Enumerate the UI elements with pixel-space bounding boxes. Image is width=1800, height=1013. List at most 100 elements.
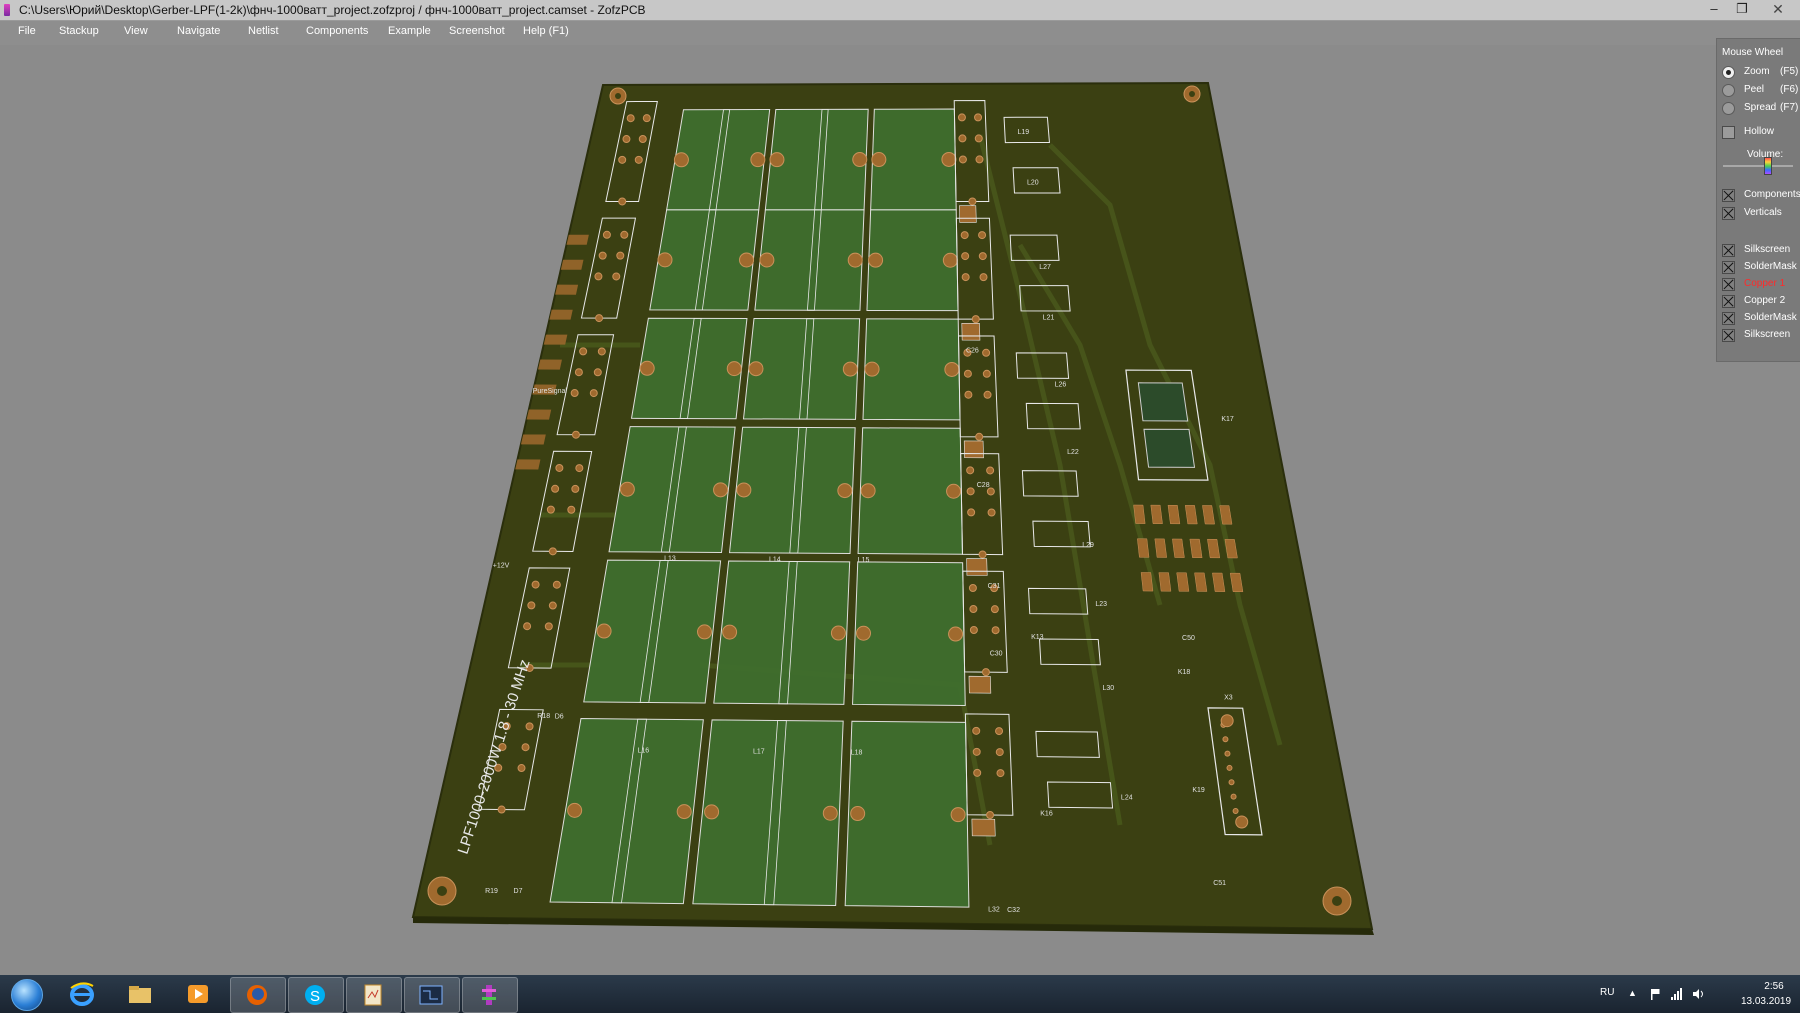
components-checkbox[interactable]: Components [1722,189,1800,203]
taskbar-zofzpcb[interactable] [462,977,518,1013]
menu-screenshot[interactable]: Screenshot [449,25,505,37]
relay-pin [575,464,584,473]
relay-pin [567,505,576,514]
action-center-flag-icon[interactable] [1649,988,1661,1000]
windows-start-orb-icon [11,979,43,1011]
radio-zoom-indicator[interactable] [1722,66,1735,79]
volume-slider-track[interactable] [1723,165,1793,167]
taskbar-document-viewer[interactable] [346,977,402,1013]
silkscreen-label: X3 [1224,695,1233,702]
menu-file[interactable]: File [18,25,36,37]
clock-time[interactable]: 2:56 [1744,981,1800,992]
relay-pin [597,347,606,356]
relay-pin [971,315,980,324]
start-button[interactable] [4,977,48,1011]
radio-peel[interactable]: Peel (F6) [1722,84,1798,98]
inductor-pad [726,361,742,377]
connector-mount [1235,815,1249,829]
menu-navigate[interactable]: Navigate [177,25,220,37]
layer-copper-2[interactable]: Copper 2 [1722,295,1785,309]
layer-silkscreen-top[interactable]: Silkscreen [1722,244,1790,258]
relay-pin [986,466,995,475]
capacitor [963,440,984,459]
pcb-board-render[interactable]: LPF1000-2000W 1.8 - 30 MHz L32 C32L24L30L… [0,45,1800,975]
taskbar-pcb-editor[interactable] [404,977,460,1013]
smd-component [566,234,589,245]
relay-pin [978,231,987,240]
hollow-checkbox[interactable]: Hollow [1722,126,1774,140]
inductor-pad [748,361,764,377]
layer-copper-1-box[interactable] [1722,278,1735,291]
volume-speaker-icon[interactable] [1692,988,1704,1000]
inductor-pad [673,152,689,168]
inductor-pad [739,252,755,268]
relay-pin [963,369,972,378]
radio-spread[interactable]: Spread (F7) [1722,102,1798,116]
layer-copper-1[interactable]: Copper 1 [1722,278,1785,292]
smd-component [538,359,562,370]
layer-silkscreen-top-box[interactable] [1722,244,1735,257]
radio-zoom[interactable]: Zoom (F5) [1722,66,1798,80]
inductor-pad [596,623,612,639]
taskbar-skype[interactable]: S [288,977,344,1013]
inductor-pad [871,152,887,168]
relay-pin [966,487,975,496]
pcb-editor-icon [419,985,443,1005]
view-control-panel: Mouse Wheel Zoom (F5) Peel (F6) Spread (… [1716,38,1800,362]
clock-date[interactable]: 13.03.2019 [1726,996,1800,1007]
relay-pin [525,722,534,731]
layer-silkscreen-bottom[interactable]: Silkscreen [1722,329,1790,343]
layer-soldermask-bottom-box[interactable] [1722,312,1735,325]
relay-pin [974,113,983,122]
menu-help[interactable]: Help (F1) [523,25,569,37]
radio-peel-indicator[interactable] [1722,84,1735,97]
silkscreen-label: L17 [753,749,765,756]
3d-viewport[interactable]: LPF1000-2000W 1.8 - 30 MHz L32 C32 L24 L30 L… [0,45,1800,975]
close-button[interactable]: ✕ [1760,0,1796,20]
taskbar-media-player[interactable] [172,977,226,1011]
relay-pin [975,155,984,164]
inductor-pad [657,252,673,268]
taskbar-explorer[interactable] [114,977,168,1011]
verticals-checkbox-box[interactable] [1722,207,1735,220]
silkscreen-label: L24 [1121,795,1133,802]
layer-copper-2-box[interactable] [1722,295,1735,308]
layer-soldermask-top-box[interactable] [1722,261,1735,274]
components-label: Components [1744,189,1800,200]
smd-component [555,284,579,295]
maximize-button[interactable]: ❐ [1728,0,1756,20]
layer-soldermask-top[interactable]: SolderMask [1722,261,1797,275]
media-player-icon [188,985,208,1003]
silkscreen-label: R18 [537,713,550,720]
tray-expand-icon[interactable]: ▲ [1628,988,1640,1000]
network-signal-icon[interactable] [1670,988,1682,1000]
relay-pin [975,432,984,441]
menu-example[interactable]: Example [388,25,431,37]
relay-pin [964,390,973,399]
menu-components[interactable]: Components [306,25,368,37]
relay-pin [972,747,981,756]
layer-silkscreen-bottom-box[interactable] [1722,329,1735,342]
menu-stackup[interactable]: Stackup [59,25,99,37]
menu-view[interactable]: View [124,25,148,37]
layer-soldermask-bottom[interactable]: SolderMask [1722,312,1797,326]
inductor-pad [864,361,880,377]
silkscreen-label: C31 [988,583,1001,590]
verticals-checkbox[interactable]: Verticals [1722,207,1782,221]
relay-pin [531,580,540,589]
smd-resistor [1133,504,1146,524]
hollow-checkbox-box[interactable] [1722,126,1735,139]
radio-spread-indicator[interactable] [1722,102,1735,115]
menu-netlist[interactable]: Netlist [248,25,279,37]
silkscreen-label: C32 [1007,907,1020,914]
volume-slider-thumb[interactable] [1764,157,1772,175]
internet-explorer-icon [70,982,94,1006]
language-indicator[interactable]: RU [1600,987,1614,998]
relay-pin [620,230,629,239]
taskbar-firefox[interactable] [230,977,286,1013]
minimize-button[interactable]: ‒ [1700,0,1728,20]
taskbar-ie[interactable] [56,977,110,1011]
components-checkbox-box[interactable] [1722,189,1735,202]
inductor-pad [704,804,720,820]
relay-pin [552,580,561,589]
